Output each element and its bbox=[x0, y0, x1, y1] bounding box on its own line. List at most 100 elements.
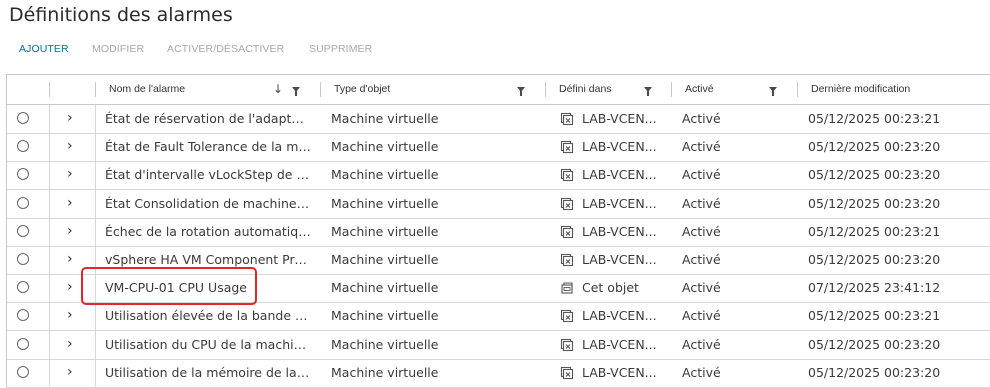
chevron-right-icon[interactable]: › bbox=[67, 279, 73, 295]
filter-icon[interactable] bbox=[769, 87, 777, 96]
alarm-name[interactable]: Utilisation élevée de la bande pa... bbox=[105, 302, 311, 330]
alarm-name[interactable]: État d'intervalle vLockStep de la ... bbox=[105, 161, 311, 189]
column-separator bbox=[797, 82, 798, 97]
chevron-right-icon[interactable]: › bbox=[67, 110, 73, 126]
highlight-box bbox=[81, 267, 257, 305]
vcenter-icon bbox=[560, 310, 574, 323]
table-row[interactable]: › Utilisation du CPU de la machine... Ma… bbox=[7, 330, 990, 360]
enabled-status: Activé bbox=[682, 252, 721, 267]
chevron-right-icon[interactable]: › bbox=[67, 364, 73, 380]
enabled-status: Activé bbox=[682, 111, 721, 126]
enabled-status: Activé bbox=[682, 223, 721, 239]
chevron-right-icon[interactable]: › bbox=[67, 251, 73, 267]
table-row[interactable]: › Échec de la rotation automatiqu... Mac… bbox=[7, 217, 990, 247]
chevron-right-icon[interactable]: › bbox=[67, 223, 73, 239]
defined-in[interactable]: Cet objet bbox=[582, 274, 667, 302]
alarm-name[interactable]: Échec de la rotation automatiqu... bbox=[105, 218, 311, 246]
column-separator bbox=[671, 82, 672, 97]
column-separator bbox=[95, 82, 96, 97]
column-separator bbox=[320, 82, 321, 97]
vcenter-icon bbox=[560, 197, 574, 210]
defined-in[interactable]: LAB-VCEN... bbox=[582, 161, 667, 189]
row-select-radio[interactable] bbox=[17, 140, 29, 153]
last-modified: 05/12/2025 00:23:20 bbox=[808, 167, 941, 183]
column-header-enabled[interactable]: Activé bbox=[685, 75, 714, 104]
table-row[interactable]: › Utilisation élevée de la bande pa... M… bbox=[7, 302, 990, 332]
object-type: Machine virtuelle bbox=[331, 252, 439, 267]
enabled-status: Activé bbox=[682, 195, 721, 211]
table-row[interactable]: › État de Fault Tolerance de la ma... Ma… bbox=[7, 133, 990, 163]
filter-icon[interactable] bbox=[517, 87, 525, 96]
column-separator bbox=[49, 302, 50, 331]
defined-in[interactable]: LAB-VCEN... bbox=[582, 302, 667, 330]
enabled-status: Activé bbox=[682, 280, 721, 296]
alarm-name[interactable]: Utilisation de la mémoire de la m... bbox=[105, 359, 311, 387]
chevron-right-icon[interactable]: › bbox=[67, 336, 73, 352]
enabled-status: Activé bbox=[682, 308, 721, 324]
modify-button[interactable]: MODIFIER bbox=[92, 43, 144, 55]
row-select-radio[interactable] bbox=[17, 281, 29, 294]
alarm-definitions-grid: Nom de l'alarme ↓ Type d'objet Défini da… bbox=[6, 74, 990, 388]
object-type: Machine virtuelle bbox=[331, 195, 439, 211]
last-modified: 07/12/2025 23:41:12 bbox=[808, 280, 941, 296]
table-row[interactable]: › État de réservation de l'adaptat... Ma… bbox=[7, 105, 990, 134]
column-header-type[interactable]: Type d'objet bbox=[334, 75, 390, 104]
column-separator bbox=[95, 217, 96, 246]
object-type: Machine virtuelle bbox=[331, 308, 439, 324]
column-separator bbox=[95, 189, 96, 218]
object-type: Machine virtuelle bbox=[331, 336, 439, 352]
column-separator bbox=[49, 358, 50, 387]
vcenter-icon bbox=[560, 112, 574, 126]
row-select-radio[interactable] bbox=[17, 196, 29, 209]
filter-icon[interactable] bbox=[644, 87, 652, 96]
object-type: Machine virtuelle bbox=[331, 364, 439, 380]
filter-icon[interactable] bbox=[292, 87, 300, 96]
column-separator bbox=[95, 161, 96, 190]
column-separator bbox=[49, 161, 50, 190]
column-separator bbox=[49, 105, 50, 133]
last-modified: 05/12/2025 00:23:20 bbox=[808, 252, 941, 267]
chevron-right-icon[interactable]: › bbox=[67, 307, 73, 323]
delete-button[interactable]: SUPPRIMER bbox=[309, 43, 372, 55]
chevron-right-icon[interactable]: › bbox=[67, 195, 73, 211]
defined-in[interactable]: LAB-VCEN... bbox=[582, 359, 667, 387]
row-select-radio[interactable] bbox=[17, 337, 29, 350]
column-separator bbox=[545, 82, 546, 97]
chevron-right-icon[interactable]: › bbox=[67, 138, 73, 154]
row-select-radio[interactable] bbox=[17, 365, 29, 378]
row-select-radio[interactable] bbox=[17, 309, 29, 322]
vcenter-icon bbox=[560, 366, 574, 379]
alarm-name[interactable]: État Consolidation de machine vi... bbox=[105, 190, 311, 218]
alarm-name[interactable]: État de Fault Tolerance de la ma... bbox=[105, 133, 311, 161]
defined-in[interactable]: LAB-VCEN... bbox=[582, 133, 667, 161]
row-select-radio[interactable] bbox=[17, 168, 29, 181]
add-button[interactable]: AJOUTER bbox=[19, 43, 69, 55]
column-separator bbox=[49, 133, 50, 162]
defined-in[interactable]: LAB-VCEN... bbox=[582, 246, 667, 274]
alarm-name[interactable]: Utilisation du CPU de la machine... bbox=[105, 331, 311, 359]
enabled-status: Activé bbox=[682, 336, 721, 352]
row-select-radio[interactable] bbox=[17, 224, 29, 237]
row-select-radio[interactable] bbox=[17, 112, 29, 124]
table-row[interactable]: › État Consolidation de machine vi... Ma… bbox=[7, 189, 990, 219]
defined-in[interactable]: LAB-VCEN... bbox=[582, 331, 667, 359]
column-header-last-modified[interactable]: Dernière modification bbox=[811, 75, 910, 104]
alarm-name[interactable]: État de réservation de l'adaptat... bbox=[105, 105, 311, 133]
column-separator bbox=[49, 217, 50, 246]
column-header-name[interactable]: Nom de l'alarme bbox=[109, 75, 185, 104]
row-select-radio[interactable] bbox=[17, 253, 29, 265]
table-row[interactable]: › Utilisation de la mémoire de la m... M… bbox=[7, 358, 990, 388]
defined-in[interactable]: LAB-VCEN... bbox=[582, 218, 667, 246]
last-modified: 05/12/2025 00:23:21 bbox=[808, 111, 941, 126]
defined-in[interactable]: LAB-VCEN... bbox=[582, 190, 667, 218]
defined-in[interactable]: LAB-VCEN... bbox=[582, 105, 667, 133]
enable-disable-button[interactable]: ACTIVER/DÉSACTIVER bbox=[167, 43, 284, 55]
page-title: Définitions des alarmes bbox=[9, 4, 233, 26]
sort-descending-icon[interactable]: ↓ bbox=[273, 83, 283, 95]
column-separator bbox=[95, 330, 96, 359]
vcenter-icon bbox=[560, 141, 574, 154]
table-row[interactable]: › État d'intervalle vLockStep de la ... … bbox=[7, 161, 990, 191]
vcenter-icon bbox=[560, 338, 574, 351]
column-header-defined-in[interactable]: Défini dans bbox=[559, 75, 612, 104]
chevron-right-icon[interactable]: › bbox=[67, 166, 73, 182]
